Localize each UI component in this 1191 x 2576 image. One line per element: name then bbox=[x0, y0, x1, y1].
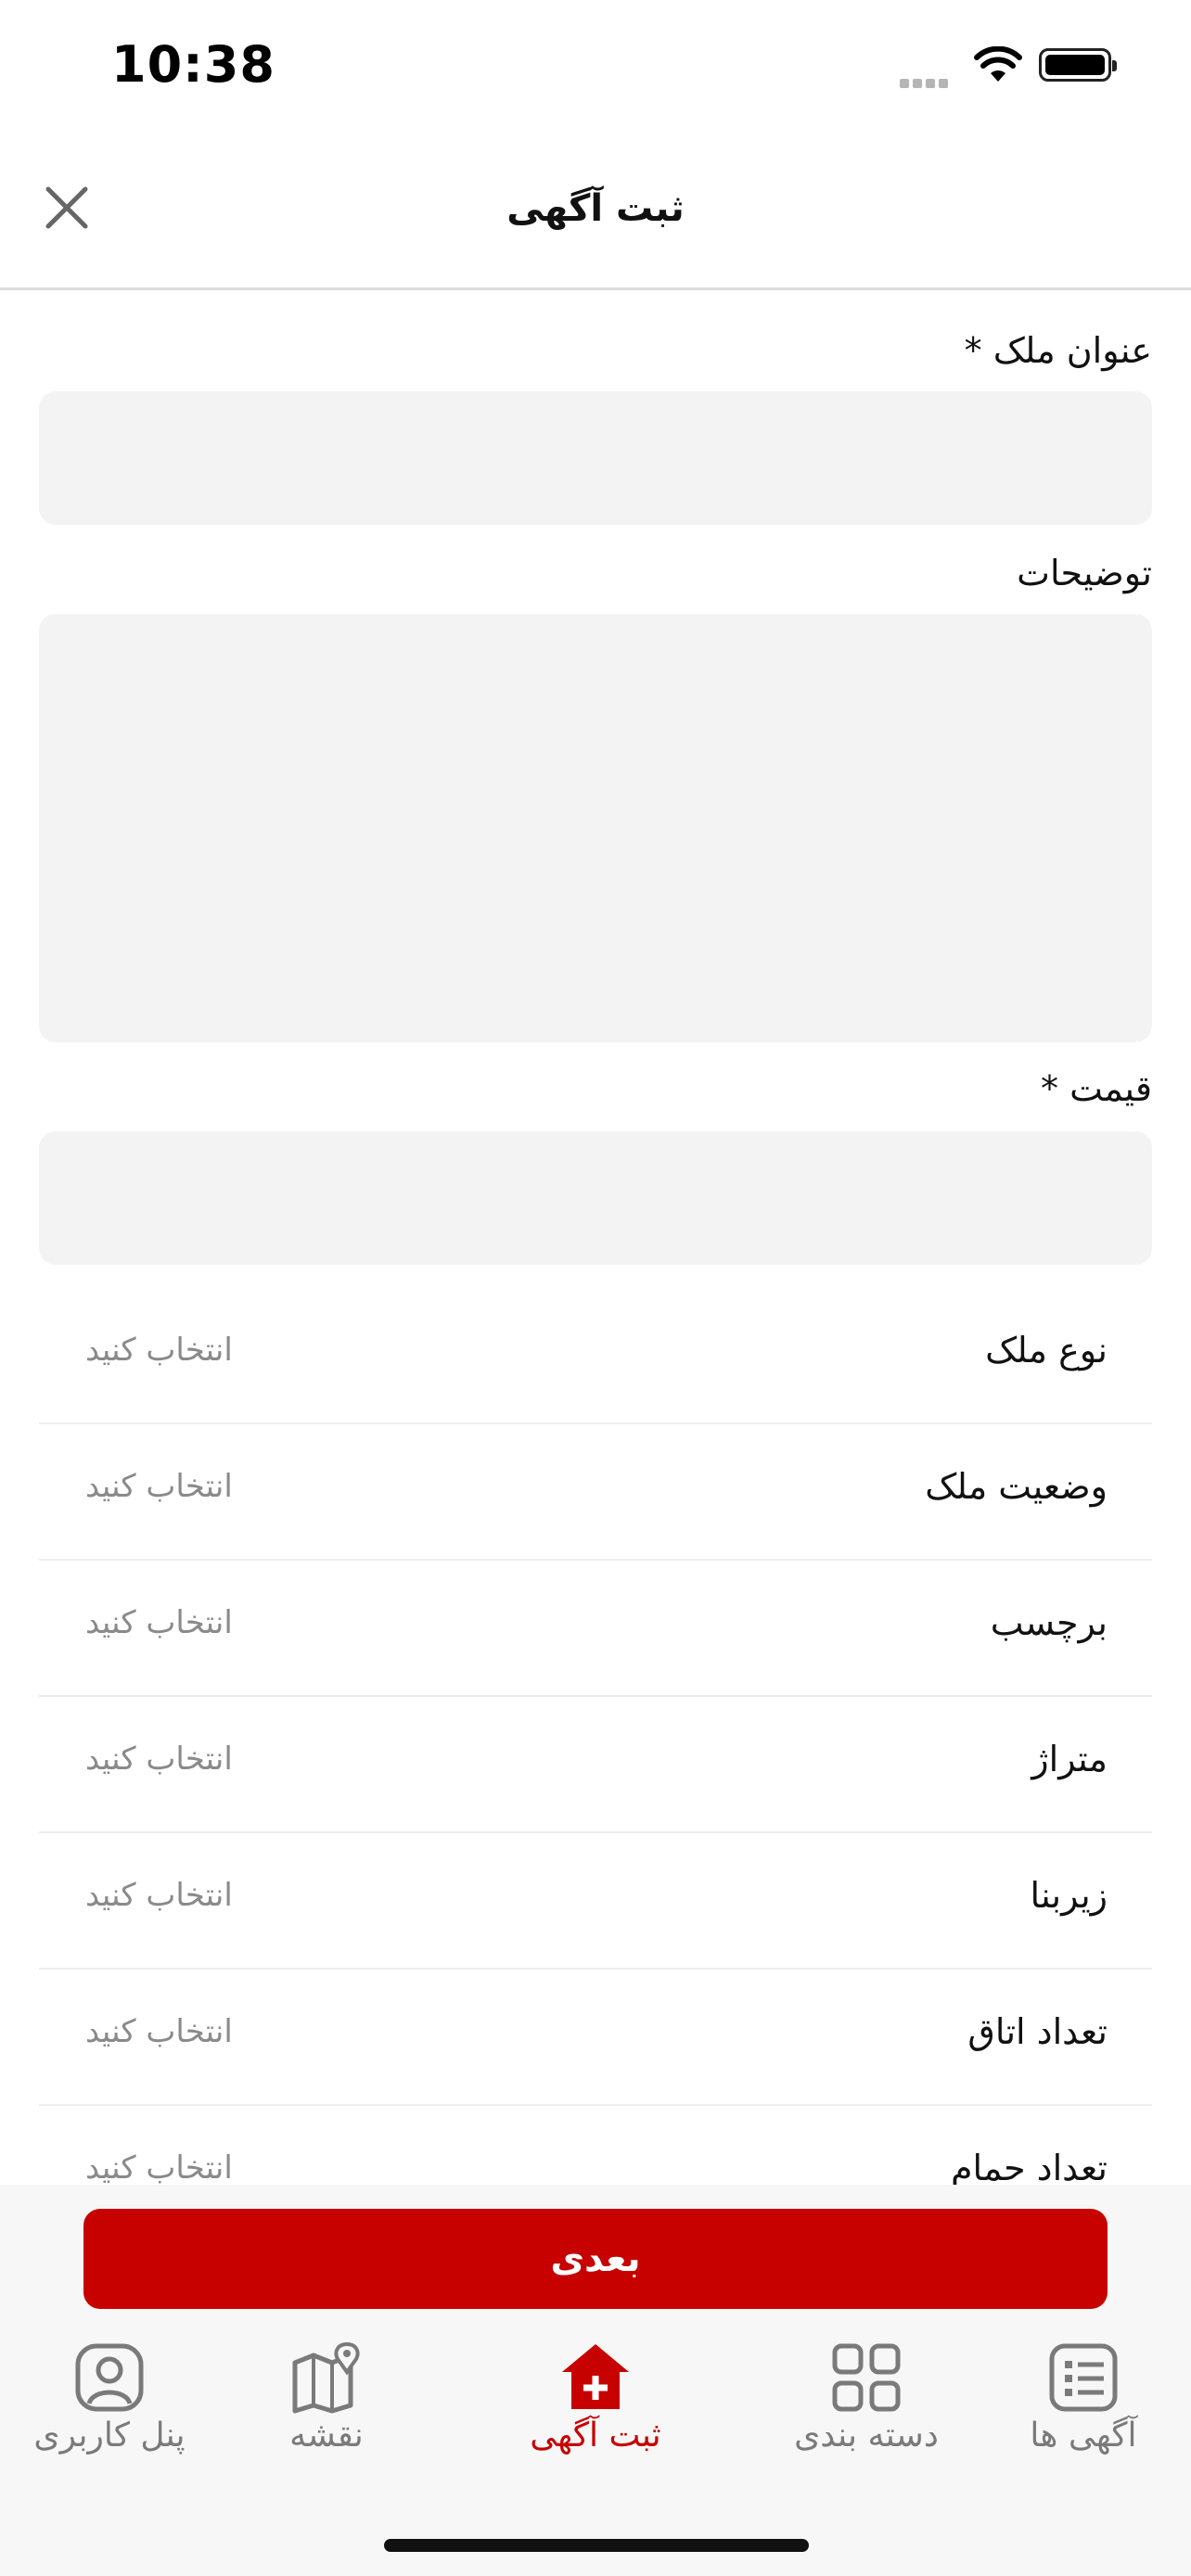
price-label: قیمت * bbox=[1041, 1068, 1152, 1109]
tab-map[interactable]: نقشه bbox=[224, 2340, 429, 2455]
property-title-input[interactable] bbox=[39, 391, 1152, 525]
select-value: انتخاب کنید bbox=[85, 1332, 233, 1369]
battery-icon bbox=[1039, 48, 1117, 82]
select-label: نوع ملک bbox=[985, 1330, 1108, 1371]
select-row-area[interactable]: متراژ انتخاب کنید bbox=[39, 1696, 1152, 1833]
select-label: زیربنا bbox=[1030, 1875, 1108, 1916]
tab-post-ad[interactable]: ثبت آگهی bbox=[493, 2340, 698, 2455]
tab-label: ثبت آگهی bbox=[530, 2417, 661, 2455]
grid-icon bbox=[832, 2343, 901, 2412]
tab-label: آگهی ها bbox=[1030, 2417, 1137, 2455]
tab-ads[interactable]: آگهی ها bbox=[981, 2340, 1185, 2455]
select-row-property-type[interactable]: نوع ملک انتخاب کنید bbox=[39, 1287, 1152, 1424]
status-time: 10:38 bbox=[111, 35, 275, 94]
description-label: توضیحات bbox=[1017, 553, 1152, 593]
select-row-tag[interactable]: برچسب انتخاب کنید bbox=[39, 1560, 1152, 1697]
select-value: انتخاب کنید bbox=[85, 2149, 233, 2187]
bottom-bar: بعدی پنل کاربری نقشه ثبت آگهی دسته بندی … bbox=[0, 2185, 1191, 2576]
tab-label: دسته بندی bbox=[794, 2417, 939, 2455]
tab-user-panel[interactable]: پنل کاربری bbox=[7, 2340, 211, 2455]
price-input[interactable] bbox=[39, 1131, 1152, 1265]
header: ثبت آگهی bbox=[0, 139, 1191, 290]
home-indicator bbox=[384, 2539, 809, 2552]
select-value: انتخاب کنید bbox=[85, 1741, 233, 1778]
select-label: تعداد حمام bbox=[951, 2148, 1108, 2188]
select-value: انتخاب کنید bbox=[85, 1604, 233, 1641]
property-title-field[interactable] bbox=[39, 391, 1152, 525]
add-home-icon bbox=[562, 2344, 629, 2409]
tab-label: پنل کاربری bbox=[33, 2417, 186, 2455]
property-title-label: عنوان ملک * bbox=[964, 330, 1152, 371]
select-label: برچسب bbox=[990, 1602, 1108, 1643]
cellular-signal-icon bbox=[900, 74, 952, 92]
select-value: انتخاب کنید bbox=[85, 1468, 233, 1505]
select-row-rooms[interactable]: تعداد اتاق انتخاب کنید bbox=[39, 1969, 1152, 2106]
map-icon bbox=[292, 2341, 360, 2414]
select-label: تعداد اتاق bbox=[967, 2011, 1108, 2052]
tab-categories[interactable]: دسته بندی bbox=[764, 2340, 968, 2455]
select-value: انتخاب کنید bbox=[85, 2013, 233, 2050]
select-value: انتخاب کنید bbox=[85, 1877, 233, 1914]
select-label: متراژ bbox=[1031, 1739, 1108, 1779]
select-row-property-status[interactable]: وضعیت ملک انتخاب کنید bbox=[39, 1423, 1152, 1561]
wifi-icon bbox=[974, 46, 1022, 82]
select-label: وضعیت ملک bbox=[925, 1466, 1108, 1507]
description-input[interactable] bbox=[39, 614, 1152, 1042]
next-button[interactable]: بعدی bbox=[83, 2209, 1108, 2309]
description-field[interactable] bbox=[39, 614, 1152, 1042]
status-bar: 10:38 bbox=[0, 0, 1191, 139]
list-icon bbox=[1049, 2343, 1118, 2412]
select-row-built-area[interactable]: زیربنا انتخاب کنید bbox=[39, 1832, 1152, 1970]
user-icon bbox=[75, 2343, 144, 2412]
tab-label: نقشه bbox=[289, 2417, 364, 2455]
price-field[interactable] bbox=[39, 1131, 1152, 1265]
page-title: ثبت آگهی bbox=[506, 187, 685, 230]
